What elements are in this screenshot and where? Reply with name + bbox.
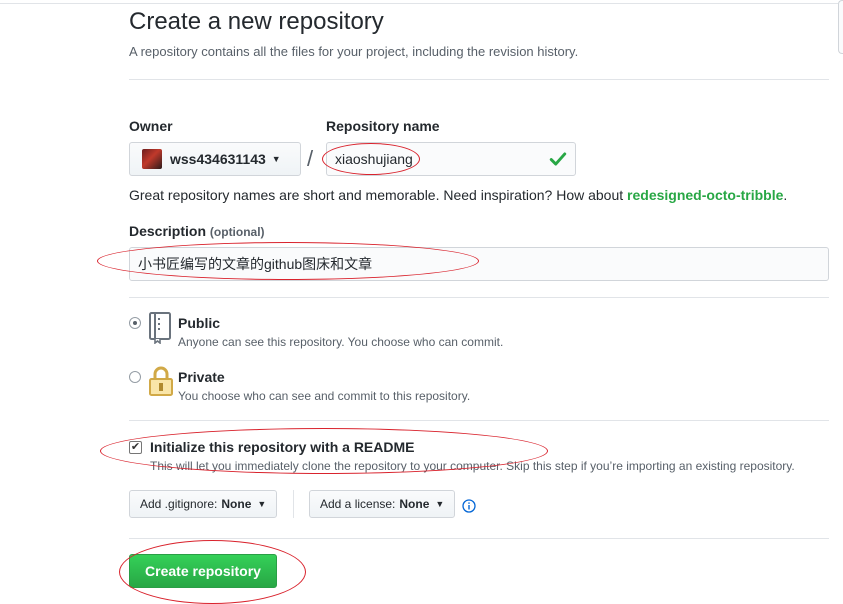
avatar [142, 149, 162, 169]
private-option-desc: You choose who can see and commit to thi… [178, 389, 471, 403]
owner-repo-separator: / [307, 146, 314, 171]
public-radio[interactable] [129, 317, 141, 329]
header-divider [129, 79, 829, 80]
public-option-desc: Anyone can see this repository. You choo… [178, 335, 504, 349]
readme-label[interactable]: Initialize this repository with a README [150, 439, 414, 455]
license-label: Add a license: [320, 497, 396, 511]
name-hint: Great repository names are short and mem… [129, 187, 787, 203]
owner-name: wss434631143 [170, 151, 266, 167]
optional-note: (optional) [209, 225, 265, 239]
private-radio[interactable] [129, 371, 141, 383]
page-title: Create a new repository [129, 8, 384, 35]
side-scroll-tab[interactable] [838, 0, 843, 54]
options-divider [129, 538, 829, 539]
license-value: None [399, 497, 430, 511]
private-option-title[interactable]: Private [178, 369, 225, 385]
repository-name-input[interactable] [326, 142, 576, 176]
repo-book-icon [149, 312, 171, 344]
readme-checkbox[interactable]: ✔ [129, 441, 142, 454]
description-input[interactable] [129, 247, 829, 281]
owner-select[interactable]: wss434631143 ▼ [129, 142, 301, 176]
check-icon [549, 152, 567, 166]
description-label-text: Description [129, 223, 207, 239]
page-subtitle: A repository contains all the files for … [129, 44, 579, 59]
select-separator [293, 490, 294, 518]
owner-label: Owner [129, 118, 173, 134]
repository-name-label: Repository name [326, 118, 440, 134]
gitignore-select[interactable]: Add .gitignore: None ▼ [129, 490, 278, 518]
top-border [0, 3, 838, 4]
create-repository-button[interactable]: Create repository [129, 554, 277, 588]
description-label: Description (optional) [129, 223, 265, 239]
public-option-title[interactable]: Public [178, 315, 220, 331]
name-suggestion-link[interactable]: redesigned-octo-tribble [627, 187, 783, 203]
visibility-divider [129, 420, 829, 421]
lock-icon [149, 366, 173, 396]
dropdown-caret-icon: ▼ [435, 499, 445, 509]
checkmark-icon: ✔ [130, 441, 141, 453]
description-divider [129, 297, 829, 298]
dropdown-caret-icon: ▼ [257, 499, 267, 509]
hint-text: Great repository names are short and mem… [129, 187, 628, 203]
hint-suffix: . [783, 187, 788, 203]
license-select[interactable]: Add a license: None ▼ [309, 490, 456, 518]
gitignore-value: None [221, 497, 252, 511]
info-icon[interactable] [462, 499, 476, 513]
readme-desc: This will let you immediately clone the … [150, 459, 795, 473]
dropdown-caret-icon: ▼ [271, 154, 281, 164]
gitignore-label: Add .gitignore: [140, 497, 218, 511]
